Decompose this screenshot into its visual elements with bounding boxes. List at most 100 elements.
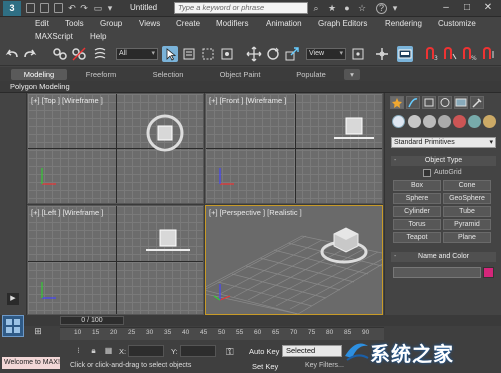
- favorites-star-icon[interactable]: ☆: [357, 3, 367, 13]
- display-tab-icon[interactable]: [454, 96, 468, 109]
- autogrid-checkbox[interactable]: [423, 169, 431, 177]
- cylinder-button[interactable]: Cylinder: [393, 206, 441, 217]
- viewport-perspective[interactable]: [+] [Perspective ] [Realistic ]: [205, 205, 383, 315]
- spinner-snap-icon[interactable]: [481, 46, 497, 62]
- quick-access-dropdown-icon[interactable]: ▾: [105, 3, 115, 13]
- teapot-button[interactable]: Teapot: [393, 232, 441, 243]
- tab-populate[interactable]: Populate: [283, 69, 339, 80]
- menu-graph-editors[interactable]: Graph Editors: [318, 19, 367, 28]
- save-file-icon[interactable]: [54, 3, 63, 13]
- plane-button[interactable]: Plane: [443, 232, 491, 243]
- menu-maxscript[interactable]: MAXScript: [35, 32, 73, 41]
- lock-icon[interactable]: 🔒︎: [89, 346, 98, 355]
- object-type-rollout[interactable]: - Object Type: [391, 156, 496, 166]
- help-icon[interactable]: ?: [376, 3, 387, 14]
- viewport-front[interactable]: [+] [Front ] [Wireframe ]: [205, 93, 383, 204]
- trackbar[interactable]: 10 15 20 25 30 35 40 45 50 55 60 65 70 7…: [60, 327, 384, 340]
- search-input[interactable]: Type a keyword or phrase: [174, 2, 308, 14]
- absolute-mode-icon[interactable]: ▦: [104, 346, 113, 355]
- torus-button[interactable]: Torus: [393, 219, 441, 230]
- viewport-front-label[interactable]: [+] [Front ] [Wireframe ]: [209, 96, 286, 105]
- set-key-button[interactable]: Set Key: [252, 362, 278, 371]
- viewport-perspective-label[interactable]: [+] [Perspective ] [Realistic ]: [209, 208, 302, 217]
- tab-modeling[interactable]: Modeling: [11, 69, 67, 80]
- space-warps-icon[interactable]: [468, 115, 481, 128]
- modify-tab-icon[interactable]: [406, 96, 420, 109]
- expand-panel-icon[interactable]: ▶: [7, 293, 19, 305]
- create-tab-icon[interactable]: [390, 96, 404, 109]
- utilities-tab-icon[interactable]: [470, 96, 484, 109]
- tab-selection[interactable]: Selection: [140, 69, 196, 80]
- cameras-icon[interactable]: [438, 115, 451, 128]
- select-and-rotate-icon[interactable]: [265, 46, 281, 62]
- sphere-button[interactable]: Sphere: [393, 193, 441, 204]
- minimize-button[interactable]: –: [438, 1, 454, 15]
- trackbar-mini-curve-icon[interactable]: ⊞: [28, 326, 48, 340]
- shapes-icon[interactable]: [408, 115, 421, 128]
- unlink-selection-icon[interactable]: [71, 46, 87, 62]
- tab-freeform[interactable]: Freeform: [73, 69, 129, 80]
- geometry-icon[interactable]: [392, 115, 405, 128]
- undo-arrow-icon[interactable]: [4, 46, 20, 62]
- open-file-icon[interactable]: [40, 3, 49, 13]
- selection-filter-select[interactable]: All ▾: [116, 48, 158, 60]
- menu-modifiers[interactable]: Modifiers: [216, 19, 248, 28]
- helpers-icon[interactable]: [453, 115, 466, 128]
- select-by-name-icon[interactable]: [181, 46, 197, 62]
- key-mode-select[interactable]: Selected: [282, 345, 342, 357]
- maxscript-listener[interactable]: Welcome to MAX!: [2, 357, 60, 369]
- viewport-left-label[interactable]: [+] [Left ] [Wireframe ]: [31, 208, 103, 217]
- new-file-icon[interactable]: [26, 3, 35, 13]
- window-crossing-icon[interactable]: [219, 46, 235, 62]
- menu-rendering[interactable]: Rendering: [385, 19, 422, 28]
- bind-to-space-warp-icon[interactable]: [92, 46, 108, 62]
- select-object-icon[interactable]: [162, 46, 178, 62]
- binoculars-icon[interactable]: ⌕: [311, 3, 321, 13]
- percent-snap-icon[interactable]: %: [461, 46, 477, 62]
- reference-coordinate-select[interactable]: View ▾: [306, 48, 346, 60]
- viewport-left[interactable]: [+] [Left ] [Wireframe ]: [27, 205, 204, 315]
- select-and-link-icon[interactable]: [52, 46, 68, 62]
- pyramid-button[interactable]: Pyramid: [443, 219, 491, 230]
- polygon-modeling-label[interactable]: Polygon Modeling: [10, 82, 70, 91]
- viewport-layout-icon[interactable]: [2, 315, 24, 337]
- systems-icon[interactable]: [483, 115, 496, 128]
- time-slider-thumb[interactable]: 0 / 100: [60, 316, 124, 325]
- maximize-button[interactable]: □: [459, 1, 475, 15]
- rectangular-selection-icon[interactable]: [200, 46, 216, 62]
- menu-create[interactable]: Create: [176, 19, 200, 28]
- tab-object-paint[interactable]: Object Paint: [210, 69, 270, 80]
- object-name-field[interactable]: [393, 267, 481, 278]
- subscription-icon[interactable]: ★: [327, 3, 337, 13]
- ribbon-options-icon[interactable]: ▾: [344, 69, 360, 80]
- selection-lock-icon[interactable]: ⁝: [74, 346, 83, 355]
- time-slider[interactable]: 0 / 100 ›: [0, 315, 501, 326]
- viewport-top-label[interactable]: [+] [Top ] [Wireframe ]: [31, 96, 103, 105]
- menu-tools[interactable]: Tools: [65, 19, 84, 28]
- menu-group[interactable]: Group: [100, 19, 122, 28]
- box-button[interactable]: Box: [393, 180, 441, 191]
- y-coordinate-field[interactable]: [180, 345, 216, 357]
- app-logo[interactable]: 3: [3, 1, 21, 16]
- cone-button[interactable]: Cone: [443, 180, 491, 191]
- menu-edit[interactable]: Edit: [35, 19, 49, 28]
- lights-icon[interactable]: [423, 115, 436, 128]
- slider-next-icon[interactable]: ›: [94, 316, 96, 323]
- name-and-color-rollout[interactable]: - Name and Color: [391, 252, 496, 262]
- menu-help[interactable]: Help: [90, 32, 106, 41]
- menu-animation[interactable]: Animation: [266, 19, 302, 28]
- auto-key-button[interactable]: Auto Key: [249, 347, 279, 356]
- object-color-swatch[interactable]: [483, 267, 494, 278]
- motion-tab-icon[interactable]: [438, 96, 452, 109]
- menu-customize[interactable]: Customize: [438, 19, 476, 28]
- set-key-mode-icon[interactable]: ⚿: [226, 347, 242, 358]
- viewport-top[interactable]: [+] [Top ] [Wireframe ]: [27, 93, 204, 204]
- angle-snap-icon[interactable]: [442, 46, 458, 62]
- hierarchy-tab-icon[interactable]: [422, 96, 436, 109]
- menu-views[interactable]: Views: [139, 19, 160, 28]
- close-button[interactable]: ✕: [480, 1, 496, 15]
- project-folder-icon[interactable]: ▭: [93, 3, 103, 13]
- snaps-toggle-icon[interactable]: 3: [423, 46, 439, 62]
- geosphere-button[interactable]: GeoSphere: [443, 193, 491, 204]
- primitive-category-select[interactable]: Standard Primitives ▾: [391, 137, 496, 148]
